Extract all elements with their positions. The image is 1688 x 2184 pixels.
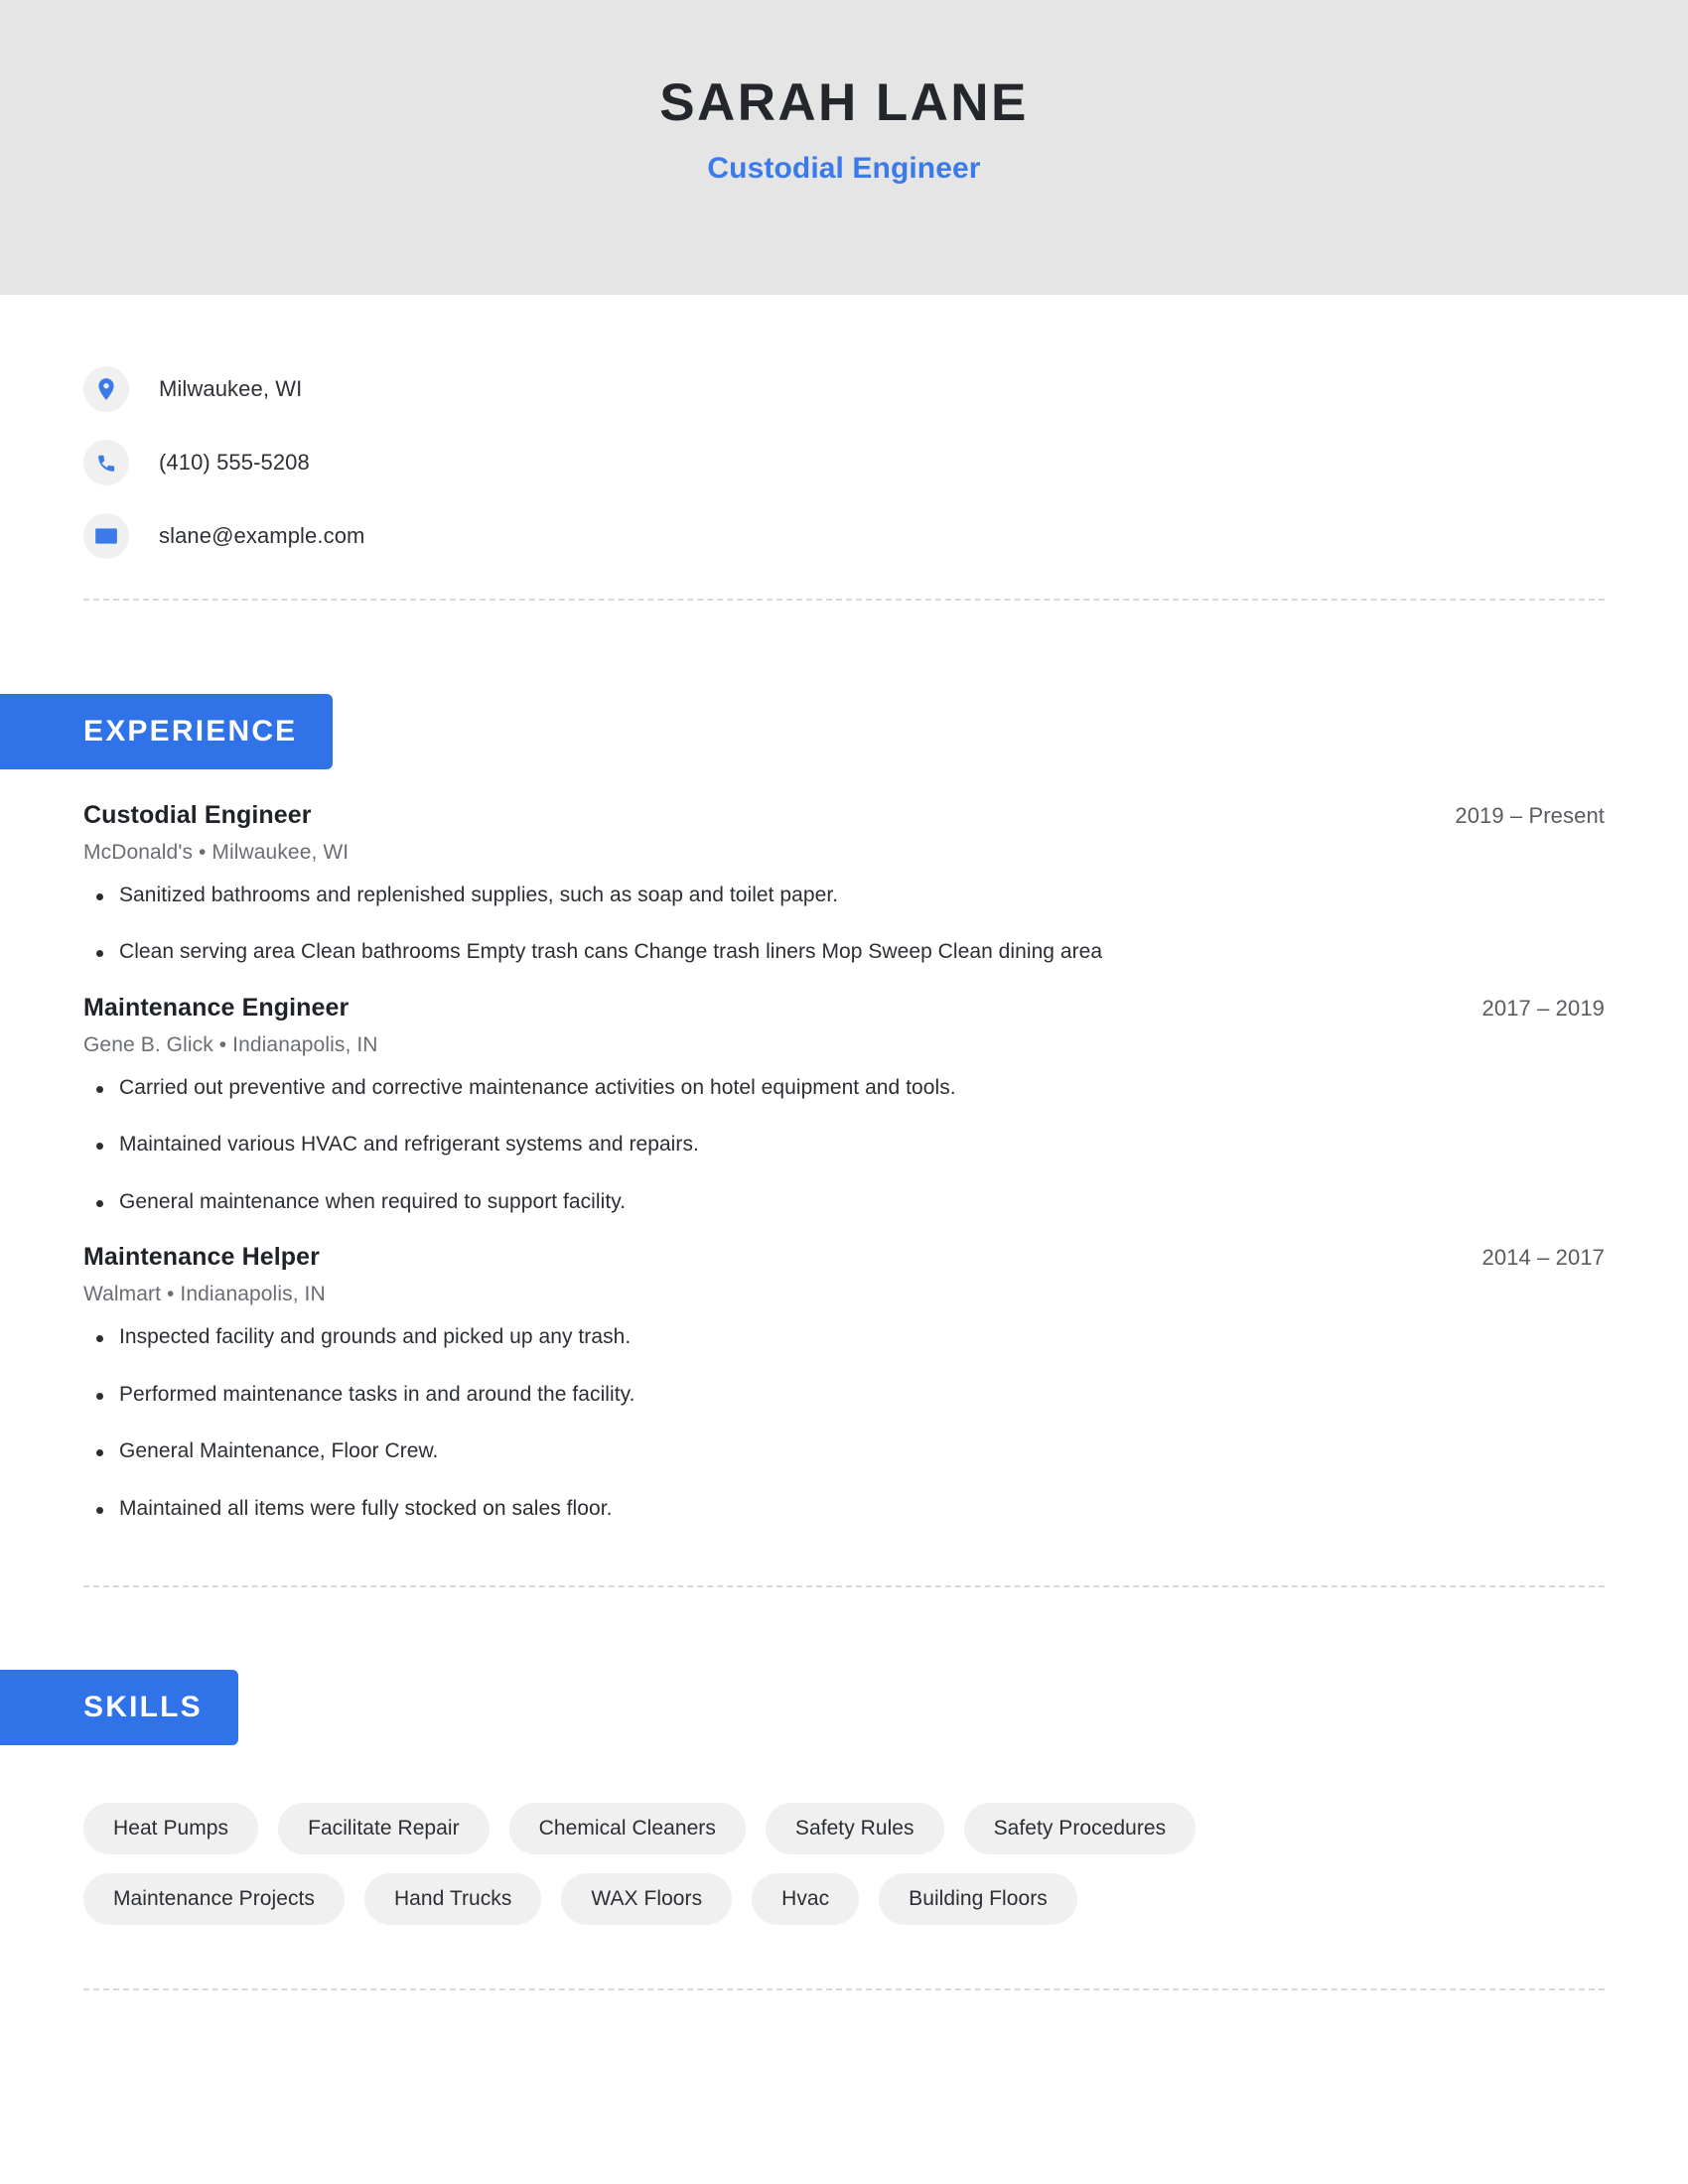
entry-date: 2014 – 2017 — [1481, 1245, 1605, 1271]
section-skills: SKILLS Heat Pumps Facilitate Repair Chem… — [0, 1669, 1688, 1925]
entry-header: Custodial Engineer 2019 – Present — [83, 801, 1605, 830]
entry-header: Maintenance Engineer 2017 – 2019 — [83, 994, 1605, 1023]
page-title: SARAH LANE — [659, 73, 1029, 133]
contact-email-value: slane@example.com — [159, 523, 365, 548]
contact-row-location: Milwaukee, WI — [83, 352, 1605, 426]
skill-pill: Maintenance Projects — [83, 1872, 345, 1925]
section-banner-experience: EXPERIENCE — [0, 694, 334, 769]
header-job-title: Custodial Engineer — [707, 151, 981, 185]
list-item: Carried out preventive and corrective ma… — [83, 1073, 1605, 1103]
resume-header: SARAH LANE Custodial Engineer — [0, 0, 1688, 295]
skill-pill: Safety Procedures — [963, 1802, 1196, 1854]
experience-entry: Custodial Engineer 2019 – Present McDona… — [83, 801, 1605, 968]
experience-entry: Maintenance Helper 2014 – 2017 Walmart •… — [83, 1243, 1605, 1524]
contact-block: Milwaukee, WI (410) 555-5208 slane@examp… — [0, 295, 1688, 573]
entry-title: Custodial Engineer — [83, 801, 312, 829]
resume-page: SARAH LANE Custodial Engineer Milwaukee,… — [0, 0, 1688, 2184]
contact-row-email: slane@example.com — [83, 499, 1605, 573]
entry-header: Maintenance Helper 2014 – 2017 — [83, 1243, 1605, 1272]
entry-bullets: Carried out preventive and corrective ma… — [83, 1073, 1605, 1217]
skills-pill-list: Heat Pumps Facilitate Repair Chemical Cl… — [0, 1745, 1470, 1925]
entry-title: Maintenance Engineer — [83, 993, 350, 1022]
list-item: Clean serving area Clean bathrooms Empty… — [83, 937, 1605, 967]
list-item: Performed maintenance tasks in and aroun… — [83, 1380, 1605, 1410]
divider-after-experience — [83, 1584, 1605, 1587]
skill-pill: Hand Trucks — [363, 1872, 542, 1925]
list-item: Maintained all items were fully stocked … — [83, 1494, 1605, 1524]
skill-pill: Hvac — [752, 1872, 860, 1925]
skill-pill: Facilitate Repair — [278, 1802, 490, 1854]
contact-row-phone: (410) 555-5208 — [83, 426, 1605, 499]
entry-bullets: Inspected facility and grounds and picke… — [83, 1322, 1605, 1524]
contact-location-value: Milwaukee, WI — [159, 376, 303, 401]
skill-pill: WAX Floors — [561, 1872, 733, 1925]
skill-pill: Building Floors — [879, 1872, 1077, 1925]
entry-date: 2017 – 2019 — [1481, 995, 1605, 1021]
contact-phone-value: (410) 555-5208 — [159, 450, 310, 475]
section-experience: EXPERIENCE Custodial Engineer 2019 – Pre… — [0, 694, 1688, 1524]
experience-entry: Maintenance Engineer 2017 – 2019 Gene B.… — [83, 994, 1605, 1217]
phone-icon — [83, 440, 129, 485]
entry-subtitle: McDonald's • Milwaukee, WI — [83, 841, 350, 864]
list-item: General maintenance when required to sup… — [83, 1187, 1605, 1217]
skill-pill: Safety Rules — [765, 1802, 944, 1854]
skill-pill: Heat Pumps — [83, 1802, 259, 1854]
skill-pill: Chemical Cleaners — [508, 1802, 746, 1854]
list-item: General Maintenance, Floor Crew. — [83, 1436, 1605, 1466]
divider-after-contact — [83, 599, 1605, 601]
entry-subtitle: Gene B. Glick • Indianapolis, IN — [83, 1032, 378, 1056]
divider-after-skills — [83, 1987, 1605, 1990]
list-item: Sanitized bathrooms and replenished supp… — [83, 881, 1605, 910]
section-title-skills: SKILLS — [83, 1690, 203, 1723]
location-pin-icon — [83, 366, 129, 412]
list-item: Maintained various HVAC and refrigerant … — [83, 1130, 1605, 1160]
entry-subtitle: Walmart • Indianapolis, IN — [83, 1283, 326, 1306]
entry-date: 2019 – Present — [1455, 803, 1605, 828]
experience-entries: Custodial Engineer 2019 – Present McDona… — [0, 801, 1688, 1524]
section-title-experience: EXPERIENCE — [83, 715, 298, 748]
envelope-icon — [83, 513, 129, 559]
entry-bullets: Sanitized bathrooms and replenished supp… — [83, 881, 1605, 968]
section-banner-skills: SKILLS — [0, 1669, 238, 1745]
list-item: Inspected facility and grounds and picke… — [83, 1322, 1605, 1352]
entry-title: Maintenance Helper — [83, 1243, 320, 1272]
